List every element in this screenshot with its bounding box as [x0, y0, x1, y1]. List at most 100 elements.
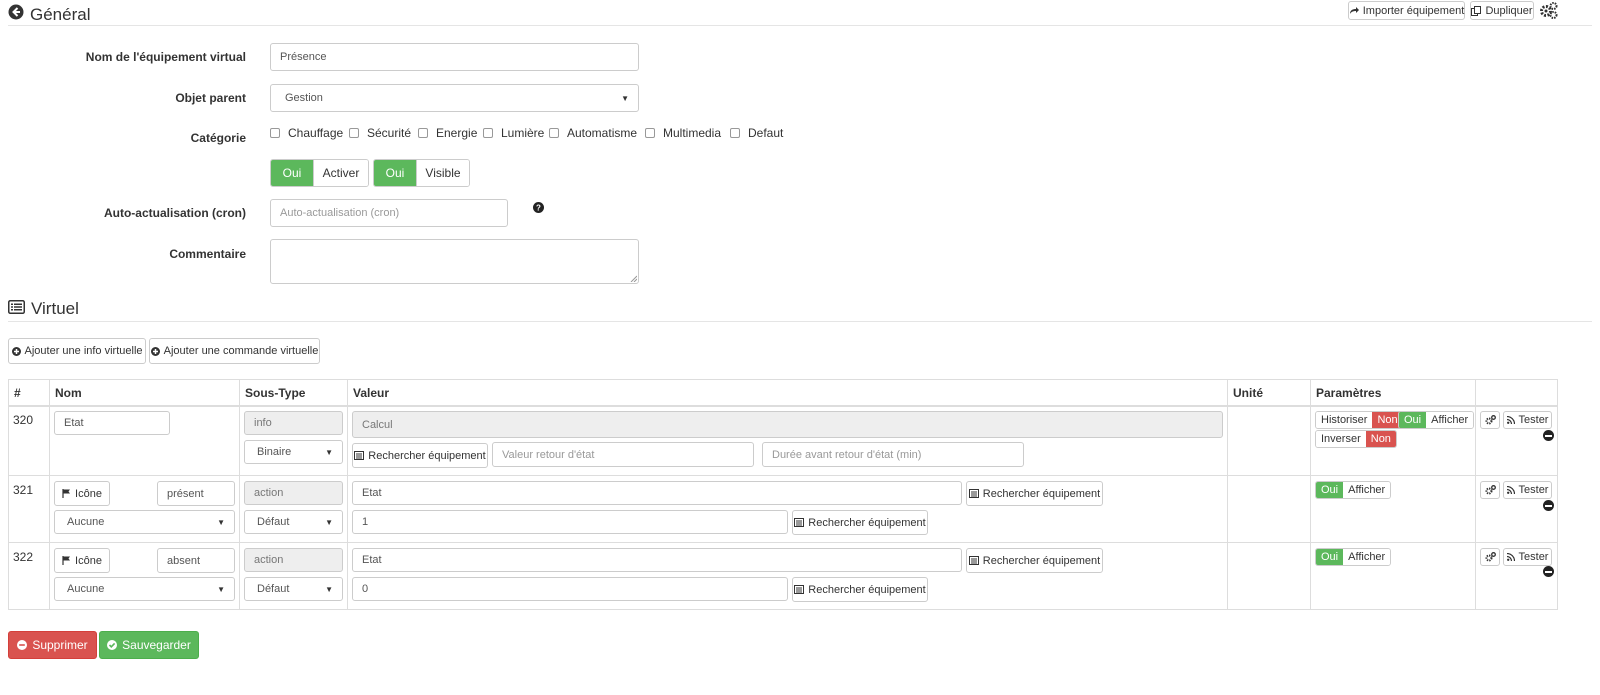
- checkbox-icon[interactable]: [645, 128, 655, 138]
- caret-down-icon: ▼: [217, 584, 225, 594]
- command-subtype-select[interactable]: Binaire ▼: [244, 440, 343, 464]
- back-arrow-icon[interactable]: [8, 4, 24, 25]
- display-toggle[interactable]: Oui Afficher: [1315, 548, 1392, 566]
- enable-yes[interactable]: Oui: [271, 160, 313, 186]
- duplicate-button[interactable]: Dupliquer: [1470, 1, 1534, 20]
- remove-command-icon[interactable]: [1543, 430, 1554, 441]
- return-delay-input[interactable]: Durée avant retour d'état (min): [762, 442, 1024, 467]
- command-config-button[interactable]: [1480, 411, 1500, 429]
- display-toggle[interactable]: Oui Afficher: [1398, 411, 1475, 429]
- command-config-button[interactable]: [1480, 481, 1500, 499]
- remove-command-icon[interactable]: [1543, 566, 1554, 577]
- display-yes[interactable]: Oui: [1316, 549, 1344, 565]
- flag-icon: [62, 556, 71, 565]
- search-equipment-button[interactable]: Rechercher équipement: [352, 443, 488, 468]
- category-automatisme[interactable]: Automatisme: [549, 126, 637, 140]
- delete-label: Supprimer: [32, 638, 88, 652]
- choose-icon-button[interactable]: Icône: [54, 481, 110, 506]
- caret-down-icon: ▼: [325, 584, 333, 594]
- checkbox-icon[interactable]: [349, 128, 359, 138]
- config-gears-icon[interactable]: [1539, 1, 1558, 20]
- list-alt-icon: [794, 518, 805, 527]
- remove-command-icon[interactable]: [1543, 500, 1554, 511]
- enable-label[interactable]: Activer: [313, 160, 368, 186]
- visible-label[interactable]: Visible: [416, 160, 469, 186]
- command-config-button[interactable]: [1480, 548, 1500, 566]
- help-icon[interactable]: ?: [533, 202, 544, 213]
- search-equipment-button[interactable]: Rechercher équipement: [966, 481, 1103, 506]
- table-border-top: [8, 379, 1558, 380]
- visible-toggle[interactable]: Oui Visible: [373, 159, 470, 187]
- save-button[interactable]: Sauvegarder: [99, 631, 199, 659]
- info-name-input[interactable]: Etat: [352, 481, 962, 505]
- command-name-input[interactable]: absent: [157, 548, 235, 573]
- display-toggle[interactable]: Oui Afficher: [1315, 481, 1392, 499]
- add-virtual-command-label: Ajouter une commande virtuelle: [163, 345, 319, 357]
- historize-toggle[interactable]: Historiser Non: [1315, 411, 1404, 429]
- checkbox-icon[interactable]: [730, 128, 740, 138]
- column-header-name: Nom: [55, 386, 82, 400]
- checkbox-icon[interactable]: [483, 128, 493, 138]
- checkbox-icon[interactable]: [418, 128, 428, 138]
- list-alt-icon: [794, 585, 805, 594]
- list-alt-icon: [968, 489, 979, 498]
- category-lumiere[interactable]: Lumière: [483, 126, 544, 140]
- test-command-button[interactable]: Tester: [1503, 411, 1552, 429]
- resize-handle-icon[interactable]: [630, 275, 637, 282]
- row-id: 322: [13, 550, 34, 564]
- category-energie-label: Energie: [436, 126, 478, 140]
- list-alt-icon: [8, 299, 25, 319]
- search-equipment-button[interactable]: Rechercher équipement: [792, 510, 928, 535]
- parent-object-select[interactable]: Gestion ▼: [270, 84, 639, 112]
- add-virtual-command-button[interactable]: Ajouter une commande virtuelle: [149, 338, 320, 364]
- search-equipment-label: Rechercher équipement: [808, 583, 926, 596]
- test-command-button[interactable]: Tester: [1503, 481, 1552, 499]
- category-securite[interactable]: Sécurité: [349, 126, 411, 140]
- cron-input[interactable]: Auto-actualisation (cron): [270, 199, 508, 227]
- virtual-divider: [8, 321, 1592, 322]
- row-id: 321: [13, 483, 34, 497]
- import-equipment-button[interactable]: Importer équipement: [1348, 1, 1465, 20]
- display-label: Afficher: [1426, 412, 1474, 428]
- choose-icon-button[interactable]: Icône: [54, 548, 110, 573]
- choose-icon-label: Icône: [75, 554, 102, 567]
- add-virtual-info-button[interactable]: Ajouter une info virtuelle: [8, 338, 146, 364]
- search-equipment-button[interactable]: Rechercher équipement: [792, 577, 928, 602]
- historize-label: Historiser: [1316, 412, 1373, 428]
- category-multimedia[interactable]: Multimedia: [645, 126, 721, 140]
- checkbox-icon[interactable]: [549, 128, 559, 138]
- visible-yes[interactable]: Oui: [374, 160, 416, 186]
- delete-button[interactable]: Supprimer: [8, 631, 97, 659]
- value-input[interactable]: 0: [352, 577, 788, 601]
- icon-select-value: Aucune: [67, 516, 105, 528]
- table-col-border: [1475, 379, 1476, 610]
- checkbox-icon[interactable]: [270, 128, 280, 138]
- command-subtype-select[interactable]: Défaut ▼: [244, 577, 343, 601]
- info-name-input[interactable]: Etat: [352, 548, 962, 572]
- command-name-input[interactable]: Etat: [54, 411, 170, 435]
- copy-icon: [1471, 5, 1482, 16]
- test-command-button[interactable]: Tester: [1503, 548, 1552, 566]
- search-equipment-button[interactable]: Rechercher équipement: [966, 548, 1103, 573]
- command-subtype-select[interactable]: Défaut ▼: [244, 510, 343, 534]
- enable-toggle[interactable]: Oui Activer: [270, 159, 369, 187]
- category-defaut-label: Defaut: [748, 126, 784, 140]
- column-header-unit: Unité: [1233, 386, 1263, 400]
- icon-select[interactable]: Aucune ▼: [54, 577, 235, 601]
- return-value-input[interactable]: Valeur retour d'état: [492, 442, 754, 467]
- value-input[interactable]: 1: [352, 510, 788, 534]
- invert-toggle[interactable]: Inverser Non: [1315, 430, 1397, 448]
- category-chauffage[interactable]: Chauffage: [270, 126, 343, 140]
- table-col-border: [49, 379, 50, 610]
- category-energie[interactable]: Energie: [418, 126, 477, 140]
- calculation-textarea[interactable]: Calcul: [352, 411, 1223, 438]
- category-defaut[interactable]: Defaut: [730, 126, 783, 140]
- comment-textarea[interactable]: [270, 239, 639, 284]
- display-yes[interactable]: Oui: [1316, 482, 1344, 498]
- command-name-input[interactable]: présent: [157, 481, 235, 506]
- display-yes[interactable]: Oui: [1399, 412, 1427, 428]
- invert-value[interactable]: Non: [1365, 431, 1396, 447]
- equipment-name-input[interactable]: Présence: [270, 43, 639, 71]
- icon-select[interactable]: Aucune ▼: [54, 510, 235, 534]
- general-title: Général: [30, 4, 91, 24]
